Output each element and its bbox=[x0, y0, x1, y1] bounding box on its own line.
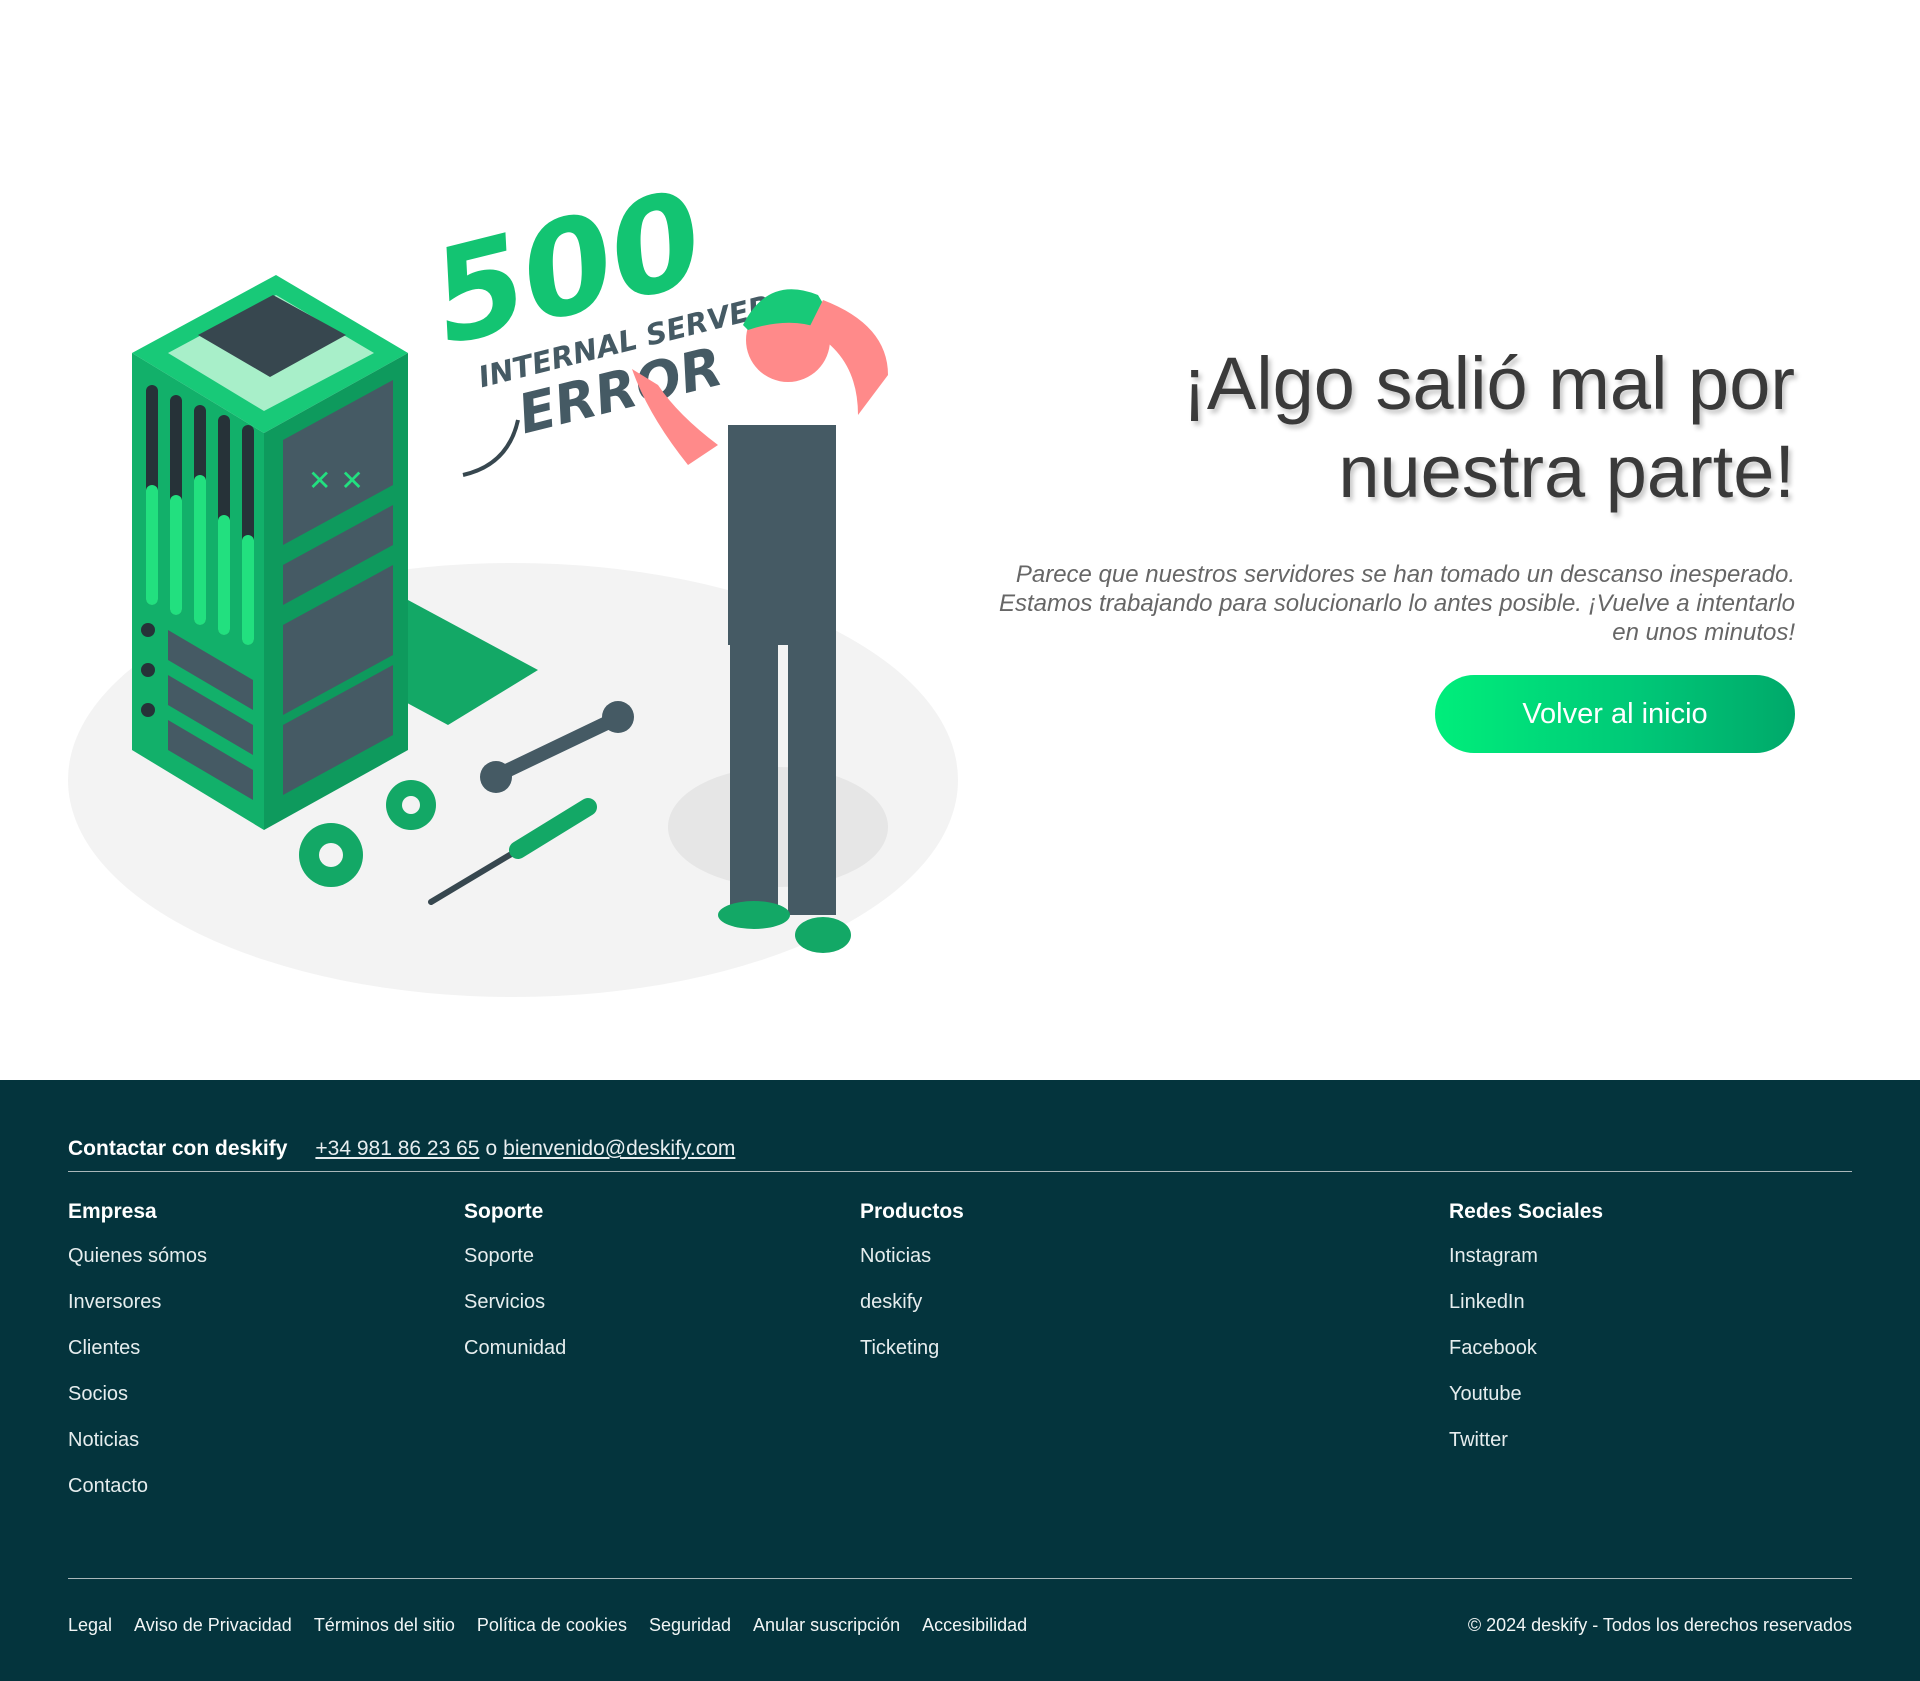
footer-divider-top bbox=[68, 1171, 1852, 1172]
unsubscribe-link[interactable]: Anular suscripción bbox=[753, 1615, 900, 1636]
footer-link[interactable]: Noticias bbox=[860, 1244, 964, 1268]
column-title: Productos bbox=[860, 1200, 964, 1223]
column-title: Redes Sociales bbox=[1449, 1200, 1604, 1223]
legal-link[interactable]: Legal bbox=[68, 1615, 112, 1636]
footer-link[interactable]: deskify bbox=[860, 1290, 964, 1314]
error-description: Parece que nuestros servidores se han to… bbox=[998, 561, 1795, 646]
footer-column-soporte: Soporte Soporte Servicios Comunidad bbox=[464, 1200, 566, 1382]
footer-link[interactable]: Quienes sómos bbox=[68, 1244, 207, 1268]
footer-link[interactable]: Servicios bbox=[464, 1290, 566, 1314]
contact-or-text: o bbox=[485, 1137, 498, 1160]
footer-link[interactable]: Noticias bbox=[68, 1428, 207, 1452]
copyright-text: © 2024 deskify - Todos los derechos rese… bbox=[1467, 1614, 1852, 1635]
column-title: Empresa bbox=[68, 1200, 157, 1223]
footer-link[interactable]: Instagram bbox=[1449, 1244, 1603, 1268]
footer-link[interactable]: Clientes bbox=[68, 1336, 207, 1360]
cookies-link[interactable]: Política de cookies bbox=[477, 1615, 627, 1636]
footer-link[interactable]: Contacto bbox=[68, 1474, 207, 1498]
phone-link[interactable]: +34 981 86 23 65 bbox=[315, 1137, 479, 1161]
footer-divider-bottom bbox=[68, 1578, 1852, 1579]
contact-title: Contactar con deskify bbox=[68, 1137, 288, 1160]
footer-link[interactable]: Facebook bbox=[1449, 1336, 1603, 1360]
footer-link[interactable]: Twitter bbox=[1449, 1428, 1603, 1452]
page-title-line1: ¡Algo salió mal por bbox=[1182, 342, 1795, 425]
hero-text-block: ¡Algo salió mal por nuestra parte! Parec… bbox=[895, 340, 1795, 753]
contact-row: Contactar con deskify +34 981 86 23 65 o… bbox=[68, 1124, 1852, 1174]
server-error-illustration: ✕ ✕ 500 INTERNAL SERVER ERROR bbox=[68, 161, 958, 997]
page-title-line2: nuestra parte! bbox=[1338, 430, 1795, 513]
legal-row: Legal Aviso de Privacidad Términos del s… bbox=[68, 1610, 1852, 1640]
footer-link[interactable]: Inversores bbox=[68, 1290, 207, 1314]
server-tower-icon: ✕ ✕ bbox=[132, 275, 408, 830]
column-title: Soporte bbox=[464, 1200, 544, 1223]
security-link[interactable]: Seguridad bbox=[649, 1615, 731, 1636]
error-hero: ✕ ✕ 500 INTERNAL SERVER ERROR ¡Algo sali… bbox=[0, 0, 1920, 1080]
error-500-label: 500 INTERNAL SERVER ERROR bbox=[418, 161, 774, 446]
footer-link[interactable]: Comunidad bbox=[464, 1336, 566, 1360]
footer-column-redes-sociales: Redes Sociales Instagram LinkedIn Facebo… bbox=[1449, 1200, 1603, 1474]
privacy-link[interactable]: Aviso de Privacidad bbox=[134, 1615, 292, 1636]
terms-link[interactable]: Términos del sitio bbox=[314, 1615, 455, 1636]
footer-link[interactable]: Soporte bbox=[464, 1244, 566, 1268]
page-title: ¡Algo salió mal por nuestra parte! bbox=[895, 340, 1795, 516]
footer-column-productos: Productos Noticias deskify Ticketing bbox=[860, 1200, 964, 1382]
footer-link[interactable]: Youtube bbox=[1449, 1382, 1603, 1406]
footer-link[interactable]: Ticketing bbox=[860, 1336, 964, 1360]
email-link[interactable]: bienvenido@deskify.com bbox=[503, 1137, 735, 1161]
footer-link[interactable]: LinkedIn bbox=[1449, 1290, 1603, 1314]
footer-link[interactable]: Socios bbox=[68, 1382, 207, 1406]
site-footer: Contactar con deskify +34 981 86 23 65 o… bbox=[0, 1080, 1920, 1681]
svg-text:✕ ✕: ✕ ✕ bbox=[308, 464, 364, 497]
back-home-button[interactable]: Volver al inicio bbox=[1435, 675, 1795, 753]
footer-column-empresa: Empresa Quienes sómos Inversores Cliente… bbox=[68, 1200, 207, 1520]
accessibility-link[interactable]: Accesibilidad bbox=[922, 1615, 1027, 1636]
